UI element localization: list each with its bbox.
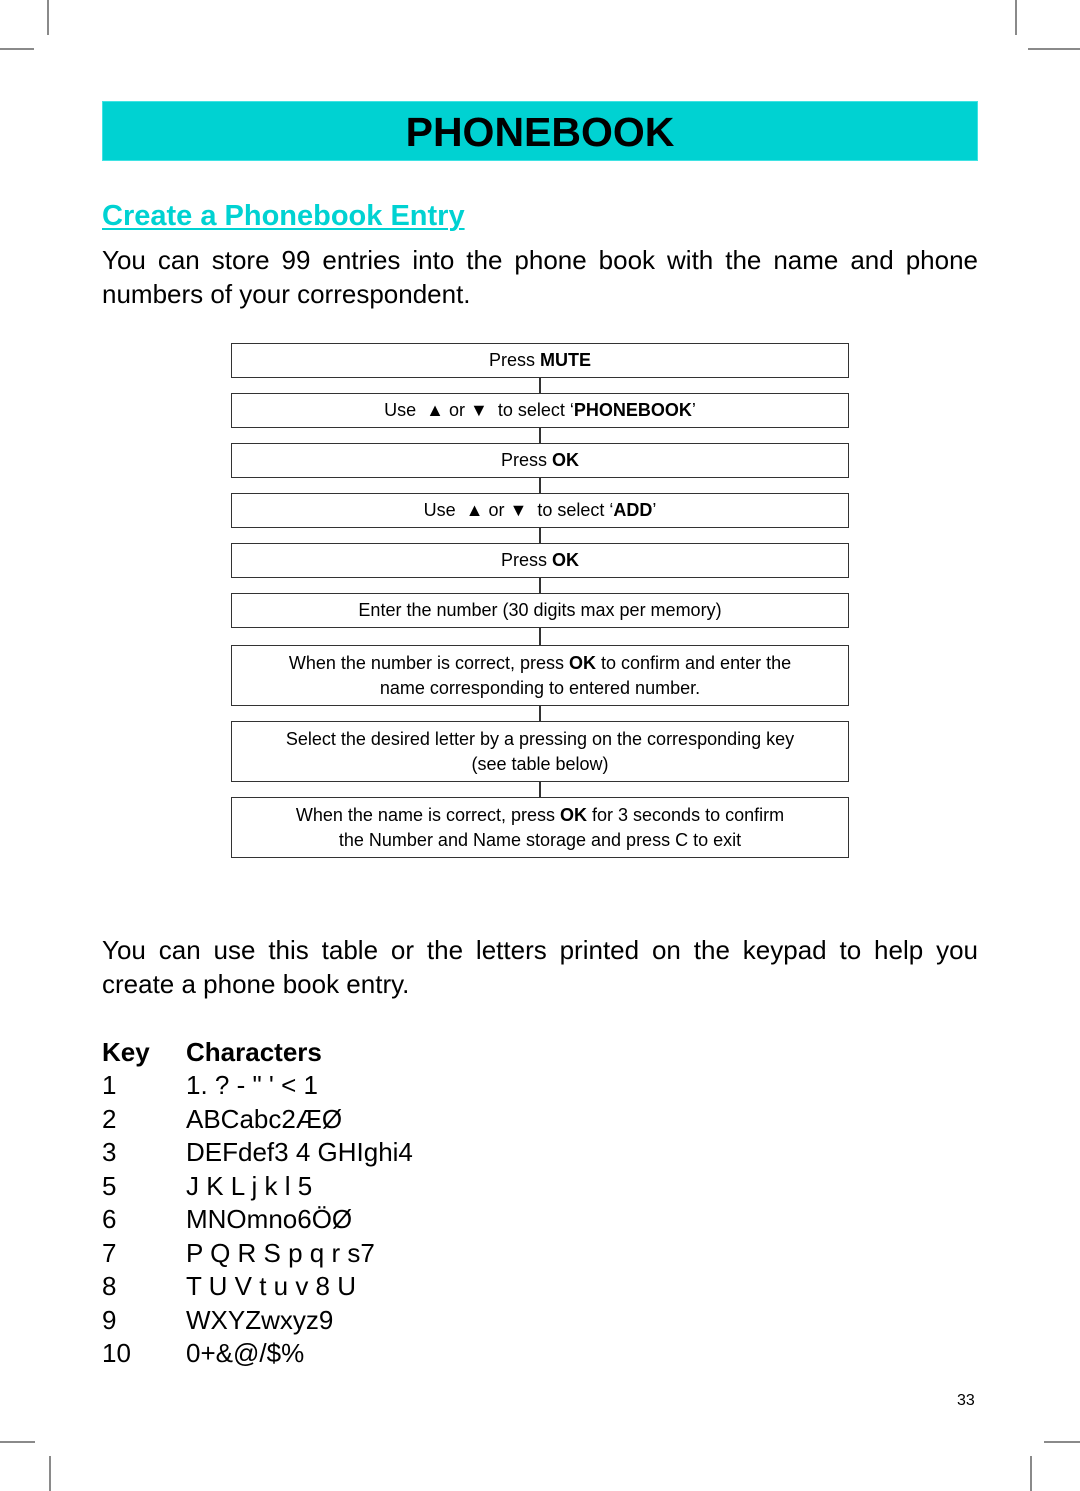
section-title: Create a Phonebook Entry	[102, 200, 465, 232]
arrow-down-icon: ▼	[469, 400, 488, 420]
flow-connector	[539, 428, 541, 443]
table-row: 8T U V t u v 8 U	[102, 1271, 357, 1302]
crop-mark	[1030, 1456, 1032, 1491]
table-row: 1 1. ? - " ' < 1	[102, 1070, 318, 1101]
column-header-key: Key	[102, 1036, 150, 1067]
flow-step: Use ▲ or ▼ to select ‘PHONEBOOK’	[231, 393, 849, 428]
flow-step: Press OK	[231, 543, 849, 578]
flow-connector	[539, 378, 541, 393]
flow-step: Enter the number (30 digits max per memo…	[231, 593, 849, 628]
intro-paragraph: You can store 99 entries into the phone …	[102, 245, 978, 309]
table-row: 2 ABCabc2ÆØ	[102, 1103, 343, 1134]
crop-mark	[1015, 0, 1017, 35]
crop-mark	[49, 1456, 51, 1491]
page-number: 33	[957, 1392, 975, 1409]
table-row: 6 MNOmno6ÖØ	[102, 1204, 353, 1235]
crop-mark	[47, 0, 49, 35]
flow-connector	[539, 528, 541, 543]
flow-step: When the name is correct, press OK for 3…	[231, 797, 849, 858]
table-header-row: Key Characters	[102, 1035, 413, 1069]
crop-mark	[1044, 1441, 1080, 1443]
table-row: 9 WXYZwxyz9	[102, 1304, 334, 1335]
table-row: 3 DEFdef3 4 GHIghi4	[102, 1137, 413, 1168]
flow-step: When the number is correct, press OK to …	[231, 645, 849, 706]
crop-mark	[0, 1441, 35, 1443]
crop-mark	[0, 48, 34, 50]
table-row: 10 0+&@/$%	[102, 1338, 305, 1369]
chapter-title: PHONEBOOK	[405, 108, 675, 155]
table-intro-paragraph: You can use this table or the letters pr…	[102, 935, 978, 999]
flow-step: Press OK	[231, 443, 849, 478]
flowchart: Press MUTE Use ▲ or ▼ to select ‘PHONEBO…	[231, 343, 849, 858]
crop-mark	[1028, 48, 1080, 50]
flow-connector	[539, 628, 541, 645]
flow-connector	[539, 782, 541, 797]
flow-step: Press MUTE	[231, 343, 849, 378]
table-row: 5J K L j k l 5	[102, 1170, 313, 1201]
arrow-up-icon: ▲	[426, 400, 444, 420]
arrow-down-icon: ▼	[509, 500, 528, 520]
flow-step: Select the desired letter by a pressing …	[231, 721, 849, 782]
chapter-banner: PHONEBOOK	[102, 101, 978, 161]
flow-connector	[539, 706, 541, 721]
column-header-characters: Characters	[186, 1036, 322, 1067]
flow-connector	[539, 478, 541, 493]
key-character-table: Key Characters 1 1. ? - " ' < 1 2 ABCabc2Æ…	[102, 1035, 413, 1371]
flow-step: Use ▲ or ▼ to select ‘ADD’	[231, 493, 849, 528]
flow-connector	[539, 578, 541, 593]
table-row: 7P Q R S p q r s7	[102, 1237, 375, 1268]
arrow-up-icon: ▲	[465, 500, 484, 520]
